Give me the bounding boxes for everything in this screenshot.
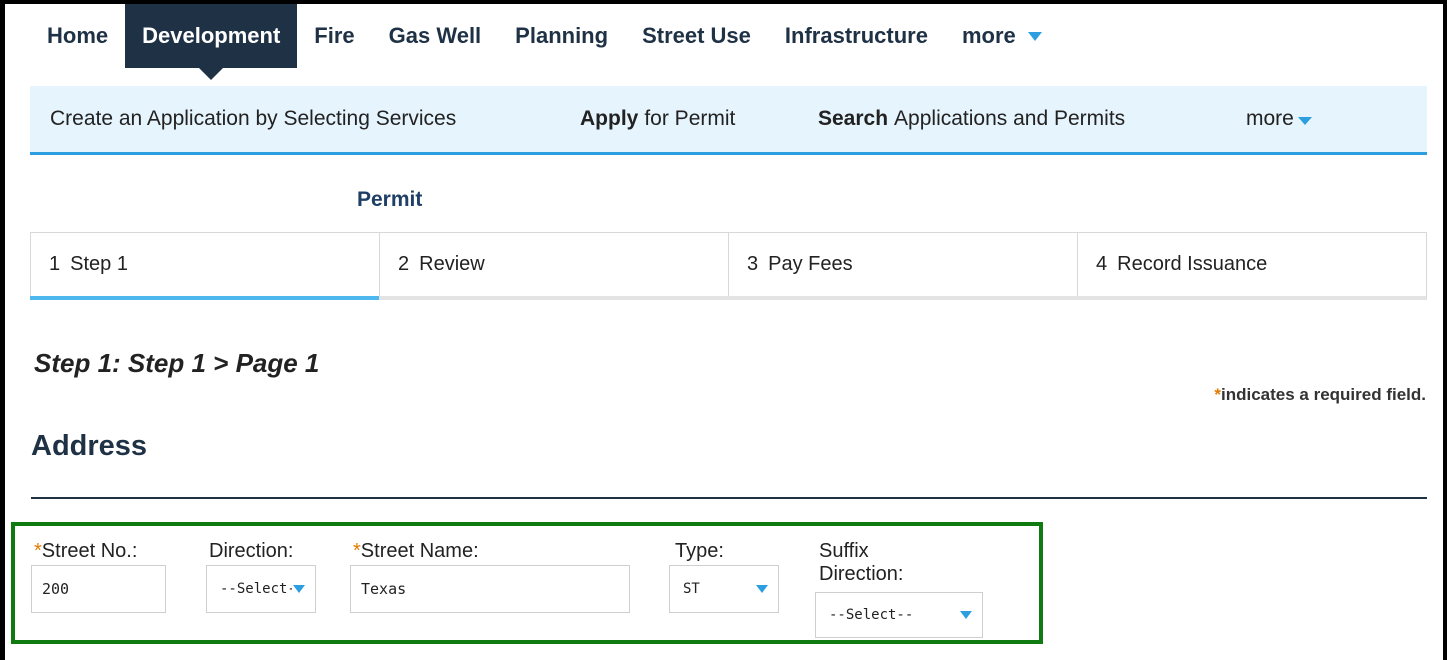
nav-gas-well[interactable]: Gas Well (372, 4, 499, 68)
section-divider (31, 497, 1427, 499)
subnav-search-rest: Applications and Permits (894, 107, 1126, 130)
subnav-search-bold: Search (818, 107, 889, 130)
step-3[interactable]: 3 Pay Fees (729, 233, 1078, 296)
nav-home[interactable]: Home (30, 4, 125, 68)
type-select[interactable]: ST (669, 565, 779, 613)
step-label: Pay Fees (768, 253, 853, 275)
type-value: ST (683, 581, 700, 597)
subnav-more[interactable]: more (1246, 86, 1312, 152)
suffix-direction-label: Suffix Direction: (819, 540, 903, 586)
step-number: 3 (747, 253, 759, 275)
subnav-apply-rest: for Permit (644, 107, 736, 130)
direction-select[interactable]: --Select-- (206, 565, 316, 613)
sub-navigation: Create an Application by Selecting Servi… (30, 86, 1427, 155)
step-4[interactable]: 4 Record Issuance (1078, 233, 1426, 296)
required-field-note: *indicates a required field. (1214, 385, 1426, 405)
step-number: 1 (49, 253, 61, 275)
dropdown-arrow-icon (756, 585, 768, 593)
dropdown-arrow-icon (293, 585, 305, 593)
nav-fire[interactable]: Fire (297, 4, 371, 68)
required-star: * (353, 540, 361, 562)
direction-value: --Select-- (220, 581, 292, 597)
step-heading: Step 1: Step 1 > Page 1 (34, 348, 320, 378)
nav-street-use[interactable]: Street Use (625, 4, 768, 68)
direction-label: Direction: (209, 540, 294, 562)
step-number: 2 (398, 253, 410, 275)
subnav-create-application[interactable]: Create an Application by Selecting Servi… (50, 86, 456, 152)
address-section-title: Address (31, 430, 148, 462)
required-note-text: indicates a required field. (1220, 385, 1426, 404)
subnav-search-applications[interactable]: Search Applications and Permits (818, 86, 1125, 152)
street-name-label-text: Street Name: (360, 540, 479, 562)
suffix-direction-value: --Select-- (829, 607, 914, 623)
step-progress: 1 Step 1 2 Review 3 Pay Fees 4 Record Is… (30, 232, 1427, 300)
suffix-direction-select[interactable]: --Select-- (815, 592, 983, 638)
suffix-direction-label-line2: Direction: (819, 563, 904, 585)
step-1[interactable]: 1 Step 1 (30, 233, 380, 300)
dropdown-arrow-icon (960, 611, 972, 619)
street-no-label-text: Street No.: (41, 540, 138, 562)
subnav-apply-bold: Apply (580, 107, 639, 130)
street-no-value: 200 (42, 580, 70, 598)
step-label: Record Issuance (1117, 253, 1268, 275)
street-no-label: *Street No.: (34, 540, 137, 563)
top-navigation: Home Development Fire Gas Well Planning … (30, 4, 1059, 86)
required-star: * (1214, 385, 1221, 404)
required-star: * (34, 540, 42, 562)
suffix-direction-label-line1: Suffix (819, 540, 869, 562)
step-number: 4 (1096, 253, 1108, 275)
street-no-input[interactable]: 200 (31, 565, 166, 613)
chevron-down-icon (1027, 31, 1042, 41)
street-name-label: *Street Name: (353, 540, 479, 563)
step-label: Step 1 (70, 253, 128, 275)
permit-title: Permit (357, 188, 423, 211)
chevron-down-icon (1297, 117, 1312, 125)
step-label: Review (419, 253, 485, 275)
type-label: Type: (675, 540, 724, 562)
nav-more[interactable]: more (945, 4, 1059, 68)
street-name-input[interactable]: Texas (350, 565, 630, 613)
subnav-more-label: more (1246, 107, 1294, 130)
nav-more-label: more (961, 23, 1016, 48)
nav-planning[interactable]: Planning (498, 4, 625, 68)
nav-development[interactable]: Development (125, 4, 298, 80)
step-2[interactable]: 2 Review (380, 233, 729, 296)
subnav-apply-permit[interactable]: Apply for Permit (580, 86, 735, 152)
street-name-value: Texas (361, 580, 407, 598)
nav-infrastructure[interactable]: Infrastructure (768, 4, 945, 68)
